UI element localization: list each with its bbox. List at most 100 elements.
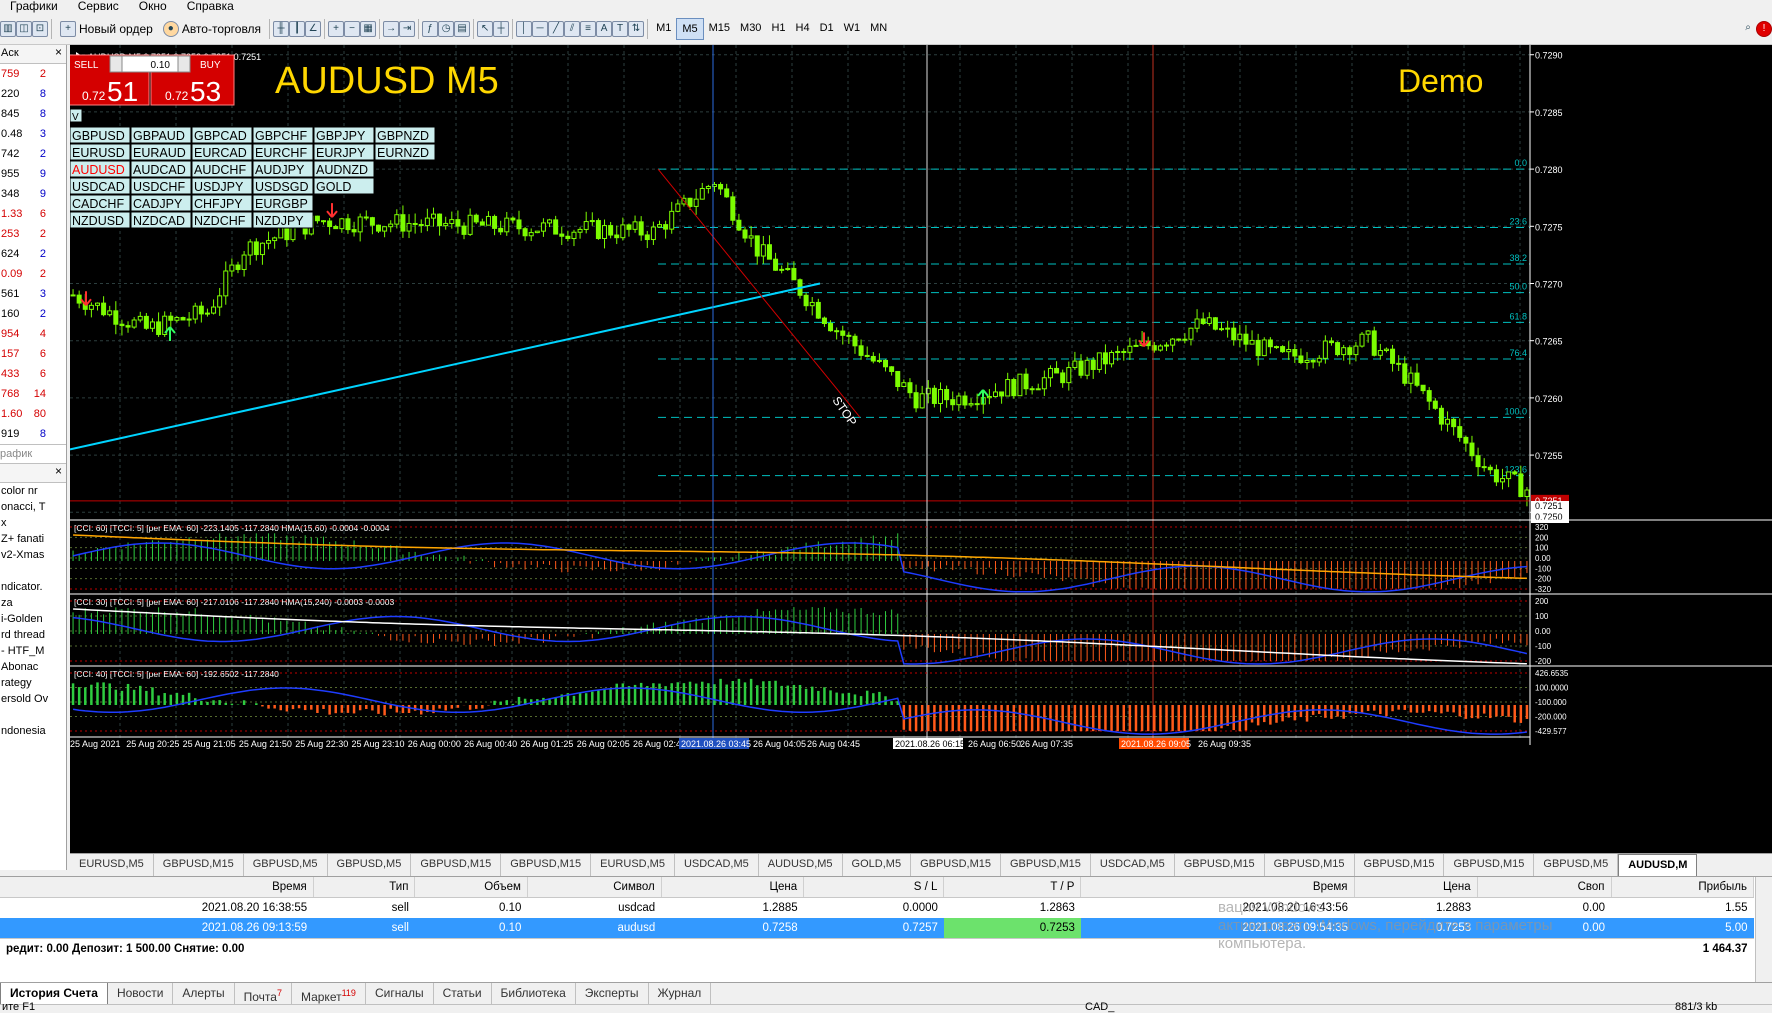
symbol-button-gbpnzd[interactable]: GBPNZD xyxy=(374,126,436,144)
chart-tab[interactable]: GBPUSD,M15 xyxy=(911,854,1001,876)
menu-item[interactable]: Справка xyxy=(177,0,244,12)
column-header[interactable]: Своп xyxy=(1477,877,1612,898)
symbol-button-audchf[interactable]: AUDCHF xyxy=(191,160,253,178)
market-watch-row[interactable]: 624 2 xyxy=(0,244,66,264)
menu-item[interactable]: Сервис xyxy=(68,0,129,12)
chart-tab[interactable]: GBPUSD,M5 xyxy=(328,854,412,876)
symbol-button-cadchf[interactable]: CADCHF xyxy=(69,194,131,212)
terminal-tab[interactable]: Библиотека xyxy=(492,983,576,1005)
symbol-button-nzdchf[interactable]: NZDCHF xyxy=(191,211,253,229)
navigator-item[interactable]: za xyxy=(0,595,66,611)
chart-tab[interactable]: EURUSD,M5 xyxy=(591,854,675,876)
menu-item[interactable]: Окно xyxy=(129,0,177,12)
terminal-tab[interactable]: Эксперты xyxy=(576,983,649,1005)
auto-scroll-icon[interactable]: → xyxy=(383,21,400,37)
table-row[interactable]: 2021.08.26 09:13:59 sell 0.10 audusd 0.7258 0… xyxy=(0,918,1754,939)
chart-tab[interactable]: GBPUSD,M5 xyxy=(244,854,328,876)
column-header[interactable]: Цена xyxy=(1354,877,1478,898)
chart-shift-icon[interactable]: ⇥ xyxy=(399,21,416,37)
navigator-item[interactable]: color nr xyxy=(0,483,66,499)
terminal-tab[interactable]: Маркет119 xyxy=(292,983,366,1005)
horizontal-line-icon[interactable]: ─ xyxy=(532,21,549,37)
chart-tab[interactable]: GBPUSD,M15 xyxy=(154,854,244,876)
window-icon[interactable]: ◫ xyxy=(16,21,32,37)
terminal-tab[interactable]: Статьи xyxy=(434,983,492,1005)
symbol-button-audcad[interactable]: AUDCAD xyxy=(130,160,192,178)
autotrading-button[interactable]: ● Авто-торговля xyxy=(159,18,265,40)
indicators-icon[interactable]: ƒ xyxy=(422,21,439,37)
trendline-icon[interactable]: ╱ xyxy=(548,21,565,37)
column-header[interactable]: S / L xyxy=(803,877,945,898)
timeframe-d1[interactable]: D1 xyxy=(815,18,839,38)
menu-item[interactable]: Графики xyxy=(0,0,68,12)
lot-size-input[interactable]: 0.10 xyxy=(109,55,191,73)
chart-tab[interactable]: USDCAD,M5 xyxy=(1091,854,1175,876)
symbol-button-usdsgd[interactable]: USDSGD xyxy=(252,177,314,195)
text-icon[interactable]: A xyxy=(596,21,613,37)
navigator-item[interactable]: ersold Ov xyxy=(0,691,66,707)
candle-chart-icon[interactable]: ┃ xyxy=(289,21,306,37)
navigator-item[interactable]: ndonesia xyxy=(0,723,66,739)
timeframe-m5[interactable]: M5 xyxy=(676,18,704,40)
templates-icon[interactable]: ▤ xyxy=(454,21,471,37)
lot-decrease-icon[interactable] xyxy=(109,55,123,73)
symbol-button-eurchf[interactable]: EURCHF xyxy=(252,143,314,161)
market-watch-row[interactable]: 253 2 xyxy=(0,224,66,244)
symbol-button-audnzd[interactable]: AUDNZD xyxy=(313,160,375,178)
market-watch-row[interactable]: 759 2 xyxy=(0,64,66,84)
table-row[interactable]: 2021.08.20 16:38:55 sell 0.10 usdcad 1.2885 0… xyxy=(0,898,1754,919)
symbol-button-audjpy[interactable]: AUDJPY xyxy=(252,160,314,178)
chart-tab[interactable]: AUDUSD,M5 xyxy=(759,854,843,876)
timeframe-h4[interactable]: H4 xyxy=(791,18,815,38)
chart-tab[interactable]: GBPUSD,M15 xyxy=(1001,854,1091,876)
bar-chart-icon[interactable]: ╫ xyxy=(273,21,290,37)
timeframe-w1[interactable]: W1 xyxy=(839,18,866,38)
chart-tab[interactable]: AUDUSD,M xyxy=(1618,854,1698,876)
vertical-line-icon[interactable]: │ xyxy=(516,21,533,37)
navigator-item[interactable]: i-Golden xyxy=(0,611,66,627)
symbol-button-chfjpy[interactable]: CHFJPY xyxy=(191,194,253,212)
terminal-tab[interactable]: Новости xyxy=(108,983,174,1005)
column-header[interactable]: Тип xyxy=(313,877,416,898)
market-watch-row[interactable]: 433 6 xyxy=(0,364,66,384)
market-watch-tab[interactable]: рафик xyxy=(0,444,66,464)
market-watch-row[interactable]: 160 2 xyxy=(0,304,66,324)
navigator-item[interactable]: x xyxy=(0,515,66,531)
chart-tab[interactable]: EURUSD,M5 xyxy=(70,854,154,876)
navigator-item[interactable]: Abonac xyxy=(0,659,66,675)
terminal-scrollbar[interactable] xyxy=(1755,877,1772,983)
market-watch-row[interactable]: 348 9 xyxy=(0,184,66,204)
symbol-button-cadjpy[interactable]: CADJPY xyxy=(130,194,192,212)
terminal-tab[interactable]: Алерты xyxy=(173,983,235,1005)
column-header[interactable]: Объем xyxy=(414,877,528,898)
symbol-button-eurjpy[interactable]: EURJPY xyxy=(313,143,375,161)
arrows-icon[interactable]: ⇅ xyxy=(628,21,645,37)
chart-tab[interactable]: GOLD,M5 xyxy=(843,854,912,876)
channel-icon[interactable]: ⫽ xyxy=(564,21,581,37)
zoom-fit-icon[interactable]: ⊡ xyxy=(32,21,48,37)
column-header[interactable]: Время xyxy=(1080,877,1355,898)
fibo-icon[interactable]: ≡ xyxy=(580,21,597,37)
lot-increase-icon[interactable] xyxy=(177,55,191,73)
market-watch-row[interactable]: 955 9 xyxy=(0,164,66,184)
timeframe-m30[interactable]: M30 xyxy=(735,18,766,38)
chart-window[interactable]: 0.023.638.250.061.876.4100.0123.6STOPAUD… xyxy=(65,45,1772,853)
market-watch-row[interactable]: 0.48 3 xyxy=(0,124,66,144)
periods-icon[interactable]: ◷ xyxy=(438,21,455,37)
symbol-button-gbpusd[interactable]: GBPUSD xyxy=(69,126,131,144)
navigator-item[interactable]: v2-Xmas xyxy=(0,547,66,563)
zoom-out-icon[interactable]: − xyxy=(344,21,361,37)
timeframe-m1[interactable]: M1 xyxy=(651,18,676,38)
symbol-button-eurusd[interactable]: EURUSD xyxy=(69,143,131,161)
navigator-item[interactable]: - HTF_M xyxy=(0,643,66,659)
column-header[interactable]: Цена xyxy=(661,877,805,898)
chart-tab[interactable]: USDCAD,M5 xyxy=(675,854,759,876)
navigator-item[interactable]: ndicator. xyxy=(0,579,66,595)
market-watch-row[interactable]: 1.33 6 xyxy=(0,204,66,224)
timeframe-h1[interactable]: H1 xyxy=(766,18,790,38)
market-watch-row[interactable]: 954 4 xyxy=(0,324,66,344)
symbol-button-audusd[interactable]: AUDUSD xyxy=(69,160,131,178)
chart-icon[interactable]: ▥ xyxy=(0,21,16,37)
navigator-item[interactable]: onacci, T xyxy=(0,499,66,515)
chart-tab[interactable]: GBPUSD,M15 xyxy=(1175,854,1265,876)
